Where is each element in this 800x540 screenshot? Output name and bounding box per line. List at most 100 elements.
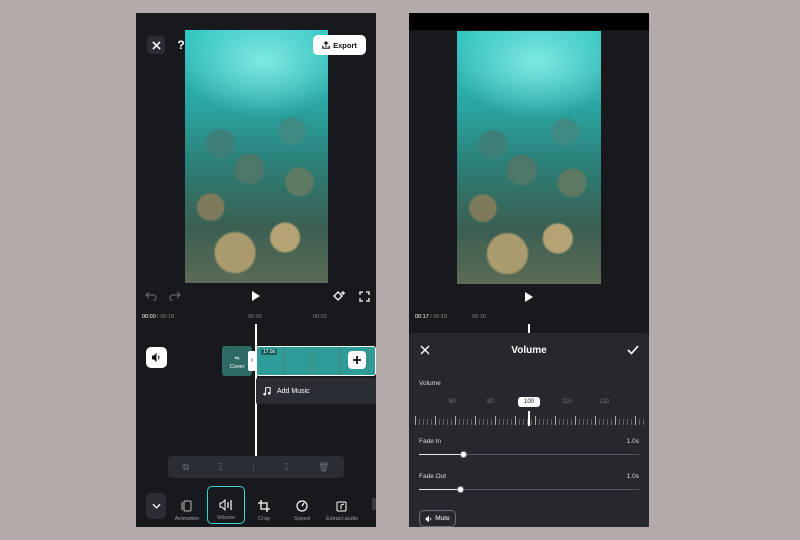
volume-value-badge: 100 (518, 397, 540, 407)
scale-tick (555, 416, 556, 425)
time-separator: / (430, 314, 432, 320)
scale-tick (503, 419, 504, 425)
add-music-track[interactable]: Add Music (256, 378, 376, 404)
volume-icon (219, 499, 232, 511)
split-right-icon[interactable]: ⌶ (284, 462, 289, 473)
time-display: 00:00 / 00:18 (142, 314, 174, 320)
scale-tick (419, 419, 420, 425)
ruler-label: 00:02 (313, 314, 327, 320)
scale-tick (639, 419, 640, 425)
clip-left-handle[interactable]: ‹ (248, 351, 256, 371)
export-button[interactable]: Export (313, 35, 366, 55)
edit-action-bar: ⧉ ⌶ ⁞ ⌶ 🗑 (168, 456, 344, 478)
scale-tick (471, 419, 472, 425)
scale-tick (495, 416, 496, 425)
scale-label: 90 (487, 399, 494, 405)
scale-tick (627, 419, 628, 425)
video-preview[interactable] (457, 31, 601, 284)
fade-in-label: Fade In (419, 438, 442, 445)
mute-button[interactable]: Mute (419, 510, 456, 527)
tool-extract-audio[interactable]: Extract audio (325, 498, 359, 522)
scale-tick (635, 416, 636, 425)
tool-volume[interactable]: Volume (207, 486, 245, 524)
scale-label: 110 (562, 399, 572, 405)
ruler-label: 00:16 (472, 314, 486, 320)
play-button[interactable] (522, 290, 536, 304)
add-music-label: Add Music (277, 387, 310, 395)
scale-tick (587, 419, 588, 425)
scale-tick (543, 419, 544, 425)
tool-speed[interactable]: Speed (285, 498, 319, 522)
original-audio-button[interactable] (146, 347, 167, 368)
scale-tick (567, 419, 568, 425)
fullscreen-icon (358, 290, 370, 302)
current-time: 00:17 (415, 314, 429, 320)
fade-out-label: Fade Out (419, 473, 447, 480)
scale-tick (447, 419, 448, 425)
scale-tick (491, 419, 492, 425)
scale-tick (511, 419, 512, 425)
volume-indicator (528, 411, 530, 426)
time-separator: / (157, 314, 159, 320)
scale-tick (499, 419, 500, 425)
current-time: 00:00 (142, 314, 156, 320)
scale-label: 120 (599, 399, 610, 405)
plus-icon (353, 356, 361, 364)
scale-tick (619, 419, 620, 425)
fade-out-slider-thumb[interactable] (457, 486, 465, 493)
ruler-dot: · (287, 314, 289, 320)
scale-tick (423, 419, 424, 425)
play-icon (252, 291, 260, 301)
split-left-icon[interactable]: ⌶ (218, 462, 223, 473)
confirm-button[interactable] (626, 343, 640, 357)
scale-label: 80 (449, 399, 456, 405)
scale-tick (519, 419, 520, 425)
speed-icon (296, 500, 308, 512)
tool-label: Volume (216, 515, 236, 521)
play-button[interactable] (249, 289, 263, 303)
scale-tick (479, 419, 480, 425)
redo-button[interactable] (168, 289, 182, 303)
scale-tick (415, 416, 416, 425)
delete-icon[interactable]: 🗑 (318, 462, 329, 473)
volume-section-label: Volume (419, 380, 441, 387)
tool-label: Speed (294, 516, 310, 522)
scale-tick (443, 419, 444, 425)
scale-tick (603, 419, 604, 425)
tool-label: Crop (258, 516, 270, 522)
close-button[interactable] (147, 36, 165, 54)
fade-out-fill (419, 489, 461, 490)
scale-tick (515, 416, 516, 425)
extract-audio-icon (336, 501, 347, 512)
scale-tick (439, 419, 440, 425)
clip-duration: 17.9s (261, 349, 278, 355)
add-clip-button[interactable] (348, 351, 366, 369)
scale-tick (599, 419, 600, 425)
fade-in-slider-thumb[interactable] (459, 451, 467, 458)
collapse-toolbar-button[interactable] (146, 493, 166, 519)
scale-tick (451, 419, 452, 425)
chevron-down-icon (151, 503, 161, 509)
split-icon[interactable]: ⁞ (252, 462, 255, 472)
close-icon (151, 40, 161, 50)
scale-tick (615, 416, 616, 425)
panel-title: Volume (511, 345, 547, 356)
ruler-dot: · (550, 314, 552, 320)
ruler-label: 00:00 (248, 314, 262, 320)
keyframe-button[interactable] (332, 289, 346, 303)
undo-button[interactable] (144, 289, 158, 303)
redo-icon (169, 291, 181, 301)
scale-tick (575, 416, 576, 425)
scale-tick (607, 419, 608, 425)
tool-animation[interactable]: Animation (170, 498, 204, 522)
undo-icon (145, 291, 157, 301)
fade-out-value: 1.0s (626, 473, 639, 480)
scale-tick (483, 419, 484, 425)
tool-crop[interactable]: Crop (247, 498, 281, 522)
fullscreen-button[interactable] (357, 289, 371, 303)
scale-tick (431, 419, 432, 425)
scale-tick (523, 419, 524, 425)
tool-label: Animation (174, 516, 200, 522)
copy-icon[interactable]: ⧉ (182, 462, 188, 473)
video-preview[interactable] (185, 30, 328, 283)
